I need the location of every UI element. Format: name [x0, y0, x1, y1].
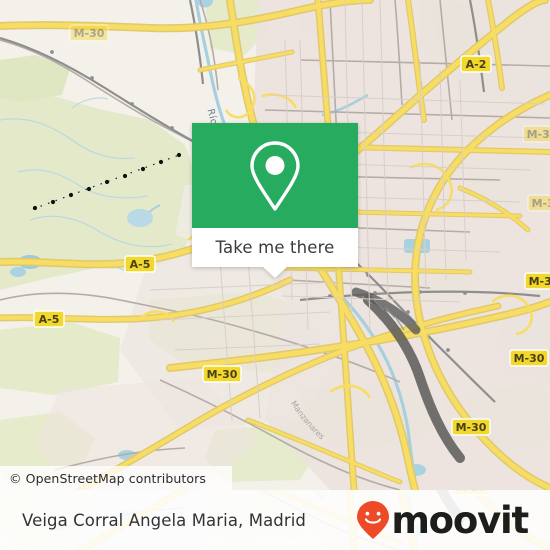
road-shield-label: M-30 — [456, 421, 487, 434]
road-shield-label: M-30 — [514, 352, 545, 365]
road-shield-label: M-30 — [532, 197, 550, 210]
moovit-pin-icon — [357, 501, 390, 539]
road-shield-label: M-30 — [527, 128, 550, 141]
road-shield-label: A-5 — [39, 313, 60, 326]
osm-attribution-text: © OpenStreetMap contributors — [9, 470, 207, 486]
moovit-logo[interactable]: moovit — [356, 498, 529, 542]
take-me-there-label: Take me there — [215, 238, 335, 257]
road-shield-label: M-30 — [207, 368, 238, 381]
map-canvas[interactable]: Río Manzanares Manzanares M-30A-2M-30M-3… — [0, 0, 550, 490]
road-shield: A-5 — [124, 255, 156, 273]
popup-pin-area — [192, 123, 358, 228]
road-shield-label: A-2 — [466, 58, 487, 71]
take-me-there-popup[interactable]: Take me there — [192, 123, 358, 278]
road-shield: M-30 — [509, 349, 549, 367]
road-shield: M-30 — [522, 125, 550, 143]
footer-bar: Río Manzanares Manzanares M-30A-2M-30M-3… — [0, 490, 550, 550]
road-shield: A-2 — [460, 55, 492, 73]
map-pin-icon — [250, 140, 300, 211]
road-shield-label: A-5 — [130, 258, 151, 271]
moovit-wordmark: moovit — [391, 498, 529, 542]
popup-pointer — [263, 267, 287, 278]
osm-attribution: © OpenStreetMap contributors — [0, 466, 232, 490]
road-shield: A-5 — [33, 310, 65, 328]
popup-action-bar[interactable]: Take me there — [192, 228, 358, 278]
road-shield: M-30 — [202, 365, 242, 383]
road-shield-label: M-30 — [529, 275, 550, 288]
road-shield: M-30 — [524, 272, 550, 290]
road-shield: M-30 — [69, 24, 109, 42]
road-shield: M-30 — [451, 418, 491, 436]
road-shield-label: M-30 — [74, 27, 105, 40]
place-title: Veiga Corral Angela Maria, Madrid — [22, 510, 306, 530]
road-shield: M-30 — [527, 194, 550, 212]
